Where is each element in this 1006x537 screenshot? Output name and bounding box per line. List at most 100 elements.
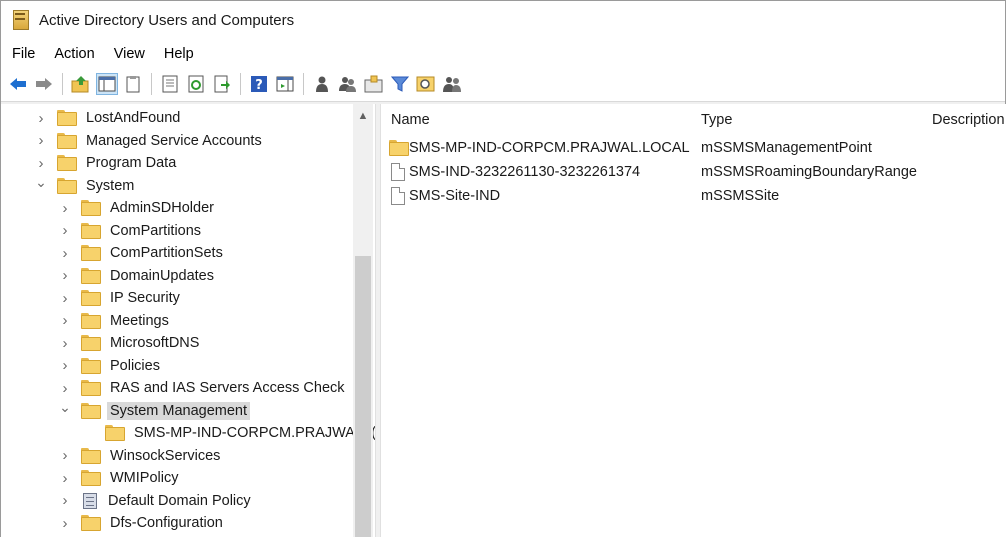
tree-item-compartitions[interactable]: › ComPartitions bbox=[59, 220, 204, 242]
list-item[interactable]: SMS-IND-3232261130-3232261374 mSSMSRoami… bbox=[387, 161, 987, 183]
list-item-type: mSSMSManagementPoint bbox=[701, 140, 872, 156]
scroll-thumb[interactable] bbox=[355, 256, 371, 537]
tree-item-managed-service-accounts[interactable]: › Managed Service Accounts bbox=[35, 130, 265, 152]
chevron-right-icon[interactable]: › bbox=[59, 245, 71, 262]
tree-item-dfs-configuration[interactable]: › Dfs-Configuration bbox=[59, 512, 226, 534]
refresh-button[interactable] bbox=[185, 73, 207, 95]
chevron-right-icon[interactable]: › bbox=[59, 335, 71, 352]
chevron-right-icon[interactable]: › bbox=[59, 200, 71, 217]
folder-icon bbox=[81, 267, 101, 284]
chevron-right-icon[interactable]: › bbox=[59, 470, 71, 487]
folder-icon bbox=[81, 222, 101, 239]
window-title: Active Directory Users and Computers bbox=[39, 11, 295, 29]
folder-icon bbox=[81, 312, 101, 329]
console-tree: › Dfs-Configuration › Default Domain Policy… bbox=[1, 104, 375, 537]
add-to-group-button[interactable] bbox=[441, 73, 463, 95]
tree-item-label: RAS and IAS Servers Access Check bbox=[110, 380, 345, 396]
export-list-icon bbox=[214, 75, 230, 93]
back-button[interactable] bbox=[7, 73, 29, 95]
tree-item-microsoftdns[interactable]: › MicrosoftDNS bbox=[59, 332, 202, 354]
tree-scrollbar[interactable]: ▲ bbox=[353, 104, 373, 537]
tree-item-wmipolicy[interactable]: › WMIPolicy bbox=[59, 467, 181, 489]
new-group-button[interactable] bbox=[337, 73, 359, 95]
chevron-right-icon[interactable]: › bbox=[59, 222, 71, 239]
refresh-icon bbox=[188, 75, 204, 93]
tree-item-system[interactable]: ⌄ System bbox=[35, 174, 137, 197]
filter-button[interactable] bbox=[389, 73, 411, 95]
list-item-name: SMS-IND-3232261130-3232261374 bbox=[409, 164, 641, 180]
up-level-button[interactable] bbox=[70, 73, 92, 95]
chevron-right-icon[interactable]: › bbox=[59, 267, 71, 284]
properties-button[interactable] bbox=[159, 73, 181, 95]
toolbar: ? bbox=[1, 69, 1005, 99]
list-item-name: SMS-Site-IND bbox=[409, 188, 501, 204]
group-policy-icon bbox=[81, 492, 99, 510]
copy-icon bbox=[126, 76, 140, 93]
tree-item-default-domain-policy[interactable]: › Default Domain Policy bbox=[59, 490, 254, 512]
menu-action[interactable]: Action bbox=[47, 44, 101, 64]
list-item[interactable]: SMS-Site-IND mSSMSSite bbox=[387, 185, 987, 207]
action-pane-icon bbox=[276, 76, 294, 92]
tree-item-sms-mp-ind-corpcm-prajwall[interactable]: SMS-MP-IND-CORPCM.PRAJWALL( bbox=[83, 422, 375, 444]
list-item[interactable]: SMS-MP-IND-CORPCM.PRAJWAL.LOCAL mSSMSMan… bbox=[387, 137, 987, 159]
folder-icon bbox=[81, 402, 101, 419]
tree-item-domainupdates[interactable]: › DomainUpdates bbox=[59, 265, 217, 287]
chevron-right-icon[interactable]: › bbox=[35, 110, 47, 127]
tree-item-label: WMIPolicy bbox=[110, 470, 179, 486]
tree-item-policies[interactable]: › Policies bbox=[59, 355, 163, 377]
chevron-right-icon[interactable]: › bbox=[35, 155, 47, 172]
chevron-right-icon[interactable]: › bbox=[59, 312, 71, 329]
find-button[interactable] bbox=[415, 73, 437, 95]
tree-item-label: Managed Service Accounts bbox=[86, 132, 262, 149]
document-icon bbox=[391, 163, 405, 181]
action-pane-button[interactable] bbox=[274, 73, 296, 95]
copy-button[interactable] bbox=[122, 73, 144, 95]
aduc-app-icon bbox=[13, 10, 29, 30]
chevron-right-icon[interactable]: › bbox=[59, 492, 71, 509]
menu-file[interactable]: File bbox=[5, 44, 42, 64]
help-button[interactable]: ? bbox=[248, 73, 270, 95]
export-list-button[interactable] bbox=[211, 73, 233, 95]
tree-item-label: Meetings bbox=[110, 312, 169, 329]
new-ou-button[interactable] bbox=[363, 73, 385, 95]
tree-item-label: ComPartitions bbox=[110, 222, 202, 239]
chevron-down-icon[interactable]: ⌄ bbox=[59, 399, 71, 415]
help-icon: ? bbox=[251, 76, 267, 93]
tree-item-meetings[interactable]: › Meetings bbox=[59, 310, 172, 332]
tree-item-label: Program Data bbox=[86, 155, 177, 171]
folder-icon bbox=[81, 380, 101, 396]
tree-item-label: MicrosoftDNS bbox=[110, 335, 200, 351]
document-icon bbox=[391, 187, 405, 205]
scroll-up-arrow-icon[interactable]: ▲ bbox=[353, 106, 373, 126]
menu-view[interactable]: View bbox=[107, 44, 152, 64]
tree-item-winsockservices[interactable]: › WinsockServices bbox=[59, 445, 223, 467]
tree-item-program-data[interactable]: › Program Data bbox=[35, 152, 179, 174]
chevron-right-icon[interactable]: › bbox=[59, 380, 71, 397]
chevron-right-icon[interactable]: › bbox=[59, 515, 71, 532]
chevron-right-icon[interactable]: › bbox=[59, 357, 71, 374]
folder-icon bbox=[57, 110, 77, 126]
chevron-down-icon[interactable]: ⌄ bbox=[35, 174, 47, 190]
column-header-description[interactable]: Description bbox=[932, 112, 1005, 128]
column-header-type[interactable]: Type bbox=[701, 112, 732, 128]
folder-icon bbox=[81, 335, 101, 351]
new-user-button[interactable] bbox=[311, 73, 333, 95]
list-item-type: mSSMSRoamingBoundaryRange bbox=[701, 164, 917, 180]
menu-help[interactable]: Help bbox=[157, 44, 201, 64]
tree-item-compartitionsets[interactable]: › ComPartitionSets bbox=[59, 242, 226, 264]
tree-item-lostandfound[interactable]: › LostAndFound bbox=[35, 107, 183, 129]
folder-icon bbox=[57, 177, 77, 194]
chevron-right-icon[interactable]: › bbox=[35, 132, 47, 149]
folder-icon bbox=[81, 515, 101, 531]
tree-item-ras-and-ias-servers-access-check[interactable]: › RAS and IAS Servers Access Check bbox=[59, 377, 348, 399]
tree-item-ip-security[interactable]: › IP Security bbox=[59, 287, 183, 309]
tree-item-adminsdholder[interactable]: › AdminSDHolder bbox=[59, 197, 217, 219]
tree-item-system-management[interactable]: ⌄ System Management bbox=[59, 399, 251, 422]
chevron-right-icon[interactable]: › bbox=[59, 290, 71, 307]
forward-button[interactable] bbox=[33, 73, 55, 95]
show-hide-console-tree-button[interactable] bbox=[96, 73, 118, 95]
chevron-right-icon[interactable]: › bbox=[59, 447, 71, 464]
tree-item-label: AdminSDHolder bbox=[110, 200, 214, 216]
app-window: Active Directory Users and Computers Fil… bbox=[0, 0, 1006, 537]
column-header-name[interactable]: Name bbox=[391, 112, 430, 128]
